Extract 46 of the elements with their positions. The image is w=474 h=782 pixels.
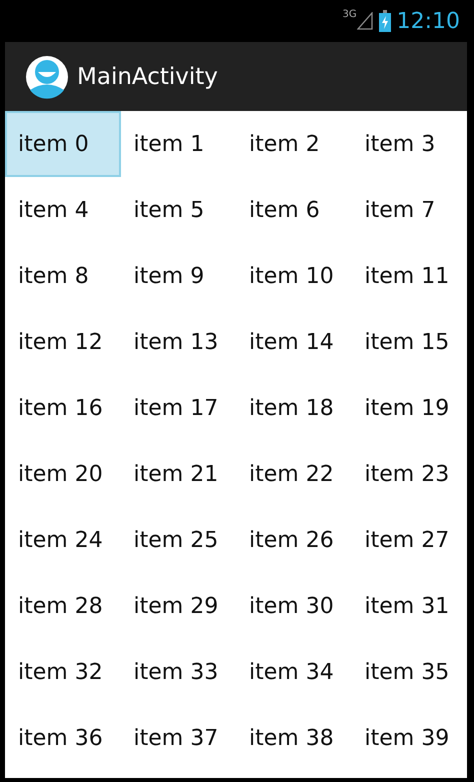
grid-item[interactable]: item 15 — [352, 309, 467, 375]
grid-item[interactable]: item 3 — [352, 111, 467, 177]
grid-item[interactable]: item 29 — [120, 573, 236, 639]
grid-item[interactable]: item 30 — [236, 573, 352, 639]
grid-item[interactable]: item 14 — [236, 309, 352, 375]
grid-item[interactable]: item 28 — [5, 573, 120, 639]
grid-item[interactable]: item 13 — [120, 309, 236, 375]
grid-item[interactable]: item 4 — [5, 177, 120, 243]
grid-item[interactable]: item 22 — [236, 441, 352, 507]
app-icon — [25, 54, 69, 98]
grid-item[interactable]: item 2 — [236, 111, 352, 177]
grid-item[interactable]: item 19 — [352, 375, 467, 441]
clock: 12:10 — [396, 8, 460, 34]
grid-item[interactable]: item 26 — [236, 507, 352, 573]
network-type: 3G — [342, 9, 357, 20]
grid-item[interactable]: item 8 — [5, 243, 120, 309]
grid-item[interactable]: item 33 — [120, 639, 236, 705]
grid-item[interactable]: item 18 — [236, 375, 352, 441]
grid-item[interactable]: item 27 — [352, 507, 467, 573]
grid-item[interactable]: item 39 — [352, 705, 467, 771]
grid-item[interactable]: item 23 — [352, 441, 467, 507]
grid-item[interactable]: item 6 — [236, 177, 352, 243]
grid-item[interactable]: item 17 — [120, 375, 236, 441]
grid-item[interactable]: item 35 — [352, 639, 467, 705]
grid-item[interactable]: item 31 — [352, 573, 467, 639]
grid-item[interactable]: item 36 — [5, 705, 120, 771]
grid-item[interactable]: item 5 — [120, 177, 236, 243]
grid-item[interactable]: item 12 — [5, 309, 120, 375]
grid-item[interactable]: item 37 — [120, 705, 236, 771]
grid-item[interactable]: item 1 — [120, 111, 236, 177]
grid-item[interactable]: item 7 — [352, 177, 467, 243]
battery-icon — [378, 10, 391, 32]
grid-item[interactable]: item 0 — [5, 111, 120, 177]
grid-item[interactable]: item 34 — [236, 639, 352, 705]
grid-item[interactable]: item 11 — [352, 243, 467, 309]
grid-item[interactable]: item 10 — [236, 243, 352, 309]
grid-item[interactable]: item 24 — [5, 507, 120, 573]
grid-item[interactable]: item 38 — [236, 705, 352, 771]
grid-item[interactable]: item 9 — [120, 243, 236, 309]
signal-icon — [356, 12, 373, 30]
grid-item[interactable]: item 21 — [120, 441, 236, 507]
grid-item[interactable]: item 32 — [5, 639, 120, 705]
grid-item[interactable]: item 16 — [5, 375, 120, 441]
grid-item[interactable]: item 20 — [5, 441, 120, 507]
app-title: MainActivity — [77, 64, 218, 90]
grid-item[interactable]: item 25 — [120, 507, 236, 573]
